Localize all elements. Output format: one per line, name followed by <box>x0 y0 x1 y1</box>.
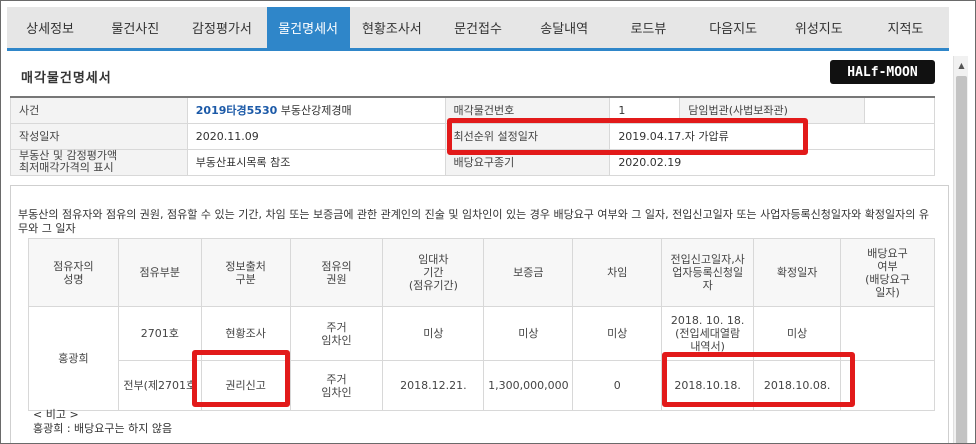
window-frame: 상세정보 물건사진 감정평가서 물건명세서 현황조사서 문건접수 송달내역 로드… <box>0 0 976 444</box>
tab-status-survey[interactable]: 현황조사서 <box>350 7 434 48</box>
tab-cadastral-map[interactable]: 지적도 <box>862 7 949 48</box>
highlight-move-in-fixed-dates <box>662 352 855 407</box>
case-type: 부동산강제경매 <box>280 104 352 118</box>
header-move-in-date: 전입신고일자,사 업자등록신청일 자 <box>661 238 755 307</box>
tab-bar: 상세정보 물건사진 감정평가서 물건명세서 현황조사서 문건접수 송달내역 로드… <box>7 7 949 51</box>
occupancy-right: 주거 임차인 <box>289 360 384 411</box>
tab-document-receipt[interactable]: 문건접수 <box>434 7 522 48</box>
lease-period: 2018.12.21. <box>382 360 485 411</box>
vertical-scrollbar[interactable]: ▲ <box>953 56 969 443</box>
case-cell: 2019타경5530 부동산강제경매 <box>186 96 446 124</box>
tab-satellite-map[interactable]: 위성지도 <box>776 7 862 48</box>
deposit: 1,300,000,000 <box>483 360 574 411</box>
property-value: 부동산표시목록 참조 <box>186 148 446 176</box>
scrollbar-thumb[interactable] <box>956 76 967 443</box>
highlight-rights-report <box>192 350 290 407</box>
header-occupant-name: 점유자의 성명 <box>28 238 119 307</box>
header-deposit: 보증금 <box>483 238 574 307</box>
occupied-part: 전부(제2701호 <box>117 360 202 411</box>
case-label: 사건 <box>10 96 188 124</box>
header-lease-period: 임대차 기간 (점유기간) <box>382 238 485 307</box>
occupancy-right: 주거 임차인 <box>289 306 384 361</box>
half-moon-logo: HALf-MOON <box>830 60 935 84</box>
header-info-source: 정보출처 구분 <box>200 238 291 307</box>
tab-road-view[interactable]: 로드뷰 <box>606 7 690 48</box>
section-title: 매각물건명세서 <box>21 71 112 86</box>
highlight-priority-date <box>447 118 808 155</box>
header-occupied-part: 점유부분 <box>117 238 202 307</box>
tab-daum-map[interactable]: 다음지도 <box>691 7 776 48</box>
tab-item-specification[interactable]: 물건명세서 <box>266 7 350 48</box>
rent: 0 <box>572 360 663 411</box>
occupant-description: 부동산의 점유자와 점유의 권원, 점유할 수 있는 기간, 차임 또는 보증금… <box>18 208 929 235</box>
header-occupancy-right: 점유의 권원 <box>289 238 384 307</box>
scroll-up-icon[interactable]: ▲ <box>954 58 969 73</box>
dividend-request <box>840 306 935 361</box>
occupant-name: 홍광희 <box>28 306 119 411</box>
tab-delivery-history[interactable]: 송달내역 <box>522 7 606 48</box>
tab-detail-info[interactable]: 상세정보 <box>7 7 93 48</box>
property-label: 부동산 및 감정평가액 최저매각가격의 표시 <box>10 148 188 176</box>
lease-period: 미상 <box>382 306 485 361</box>
property-label-line2: 최저매각가격의 표시 <box>19 161 114 174</box>
judge-value <box>864 96 935 124</box>
deposit: 미상 <box>483 306 574 361</box>
header-fixed-date: 확정일자 <box>753 238 842 307</box>
tab-appraisal[interactable]: 감정평가서 <box>177 7 266 48</box>
tab-item-photos[interactable]: 물건사진 <box>93 7 177 48</box>
created-date: 2020.11.09 <box>186 122 446 150</box>
created-date-label: 작성일자 <box>10 122 188 150</box>
header-rent: 차임 <box>572 238 663 307</box>
occupied-part: 2701호 <box>117 306 202 361</box>
case-number-link[interactable]: 2019타경5530 <box>196 104 277 117</box>
header-dividend-request: 배당요구 여부 (배당요구 일자) <box>840 238 935 307</box>
note-text: 홍광희 : 배당요구는 하지 않음 <box>33 422 173 435</box>
rent: 미상 <box>572 306 663 361</box>
